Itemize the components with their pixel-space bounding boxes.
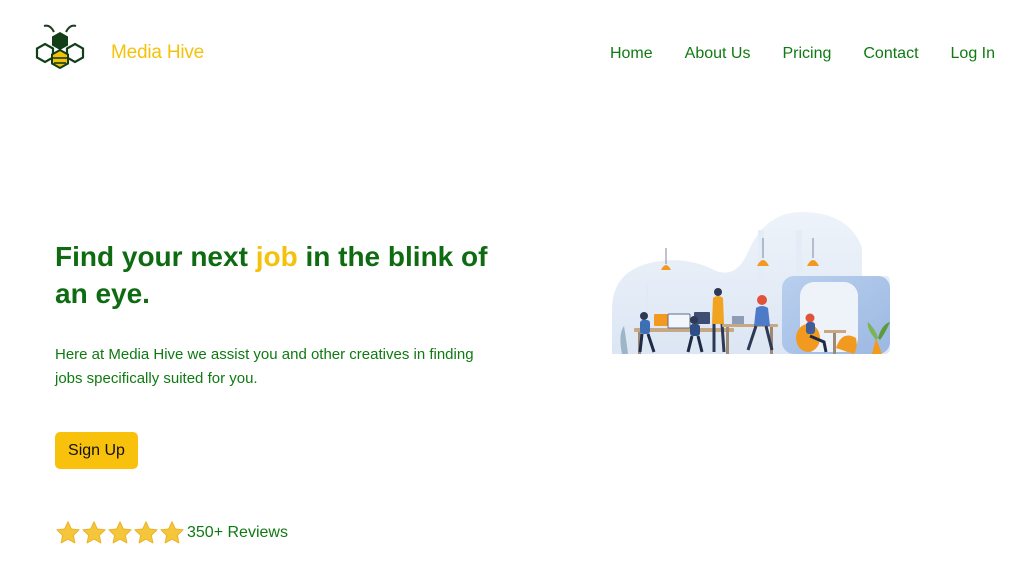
star-icon <box>82 521 106 544</box>
hero-title: Find your next job in the blink of an ey… <box>55 238 505 312</box>
star-icon <box>134 521 158 544</box>
reviews-summary: 350+ Reviews <box>55 519 288 547</box>
bee-hive-logo-icon[interactable] <box>33 22 87 70</box>
brand-name[interactable]: Media Hive <box>111 42 204 64</box>
hero-title-start: Find your next <box>55 241 256 272</box>
rating-stars <box>55 520 185 546</box>
hero-title-accent: job <box>255 241 298 272</box>
reviews-count: 350+ Reviews <box>187 524 288 541</box>
nav-home[interactable]: Home <box>610 45 653 63</box>
nav-about-us[interactable]: About Us <box>685 45 751 63</box>
site-header: Media Hive Home About Us Pricing Contact… <box>0 0 1016 100</box>
sign-up-button[interactable]: Sign Up <box>55 432 138 469</box>
nav-log-in[interactable]: Log In <box>951 45 995 63</box>
star-icon <box>108 521 132 544</box>
office-team-illustration <box>612 211 890 354</box>
nav-pricing[interactable]: Pricing <box>782 45 831 63</box>
nav-contact[interactable]: Contact <box>863 45 918 63</box>
main-nav: Home About Us Pricing Contact Log In <box>578 45 995 63</box>
star-icon <box>160 521 184 544</box>
star-icon <box>56 521 80 544</box>
landing-page: Media Hive Home About Us Pricing Contact… <box>0 0 1016 587</box>
hero-description: Here at Media Hive we assist you and oth… <box>55 346 474 387</box>
